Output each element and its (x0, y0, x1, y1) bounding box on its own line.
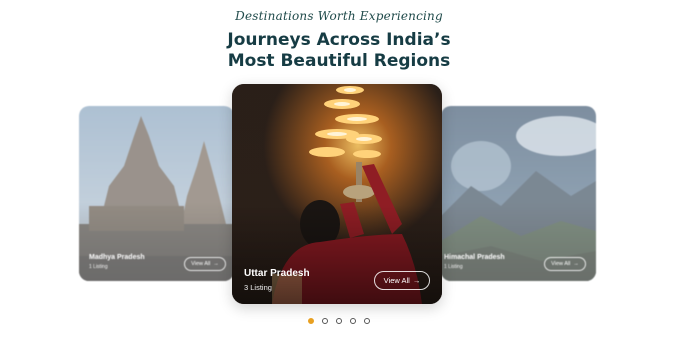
destination-card-uttar-pradesh[interactable]: Uttar Pradesh 3 Listing View All → (232, 84, 442, 304)
view-all-button[interactable]: View All → (184, 257, 226, 271)
card-listing-count: 3 Listing (244, 283, 272, 292)
arrow-right-icon: → (213, 261, 219, 267)
section-eyebrow: Destinations Worth Experiencing (235, 9, 443, 23)
section-heading: Journeys Across India’s Most Beautiful R… (0, 30, 678, 72)
pagination-dot-1[interactable] (308, 318, 314, 324)
view-all-label: View All (191, 261, 211, 267)
card-title: Madhya Pradesh (89, 254, 145, 261)
pagination-dot-2[interactable] (322, 318, 328, 324)
card-listing-count: 1 Listing (444, 264, 463, 270)
view-all-label: View All (383, 276, 410, 285)
heading-line-2: Most Beautiful Regions (227, 51, 451, 71)
card-title: Himachal Pradesh (444, 254, 505, 261)
pagination-dot-5[interactable] (364, 318, 370, 324)
view-all-label: View All (551, 261, 571, 267)
view-all-button[interactable]: View All → (374, 271, 430, 290)
arrow-right-icon: → (412, 276, 421, 285)
destination-card-madhya-pradesh[interactable]: Madhya Pradesh 1 Listing View All → (79, 106, 234, 281)
view-all-button[interactable]: View All → (544, 257, 586, 271)
pagination-dot-3[interactable] (336, 318, 342, 324)
carousel-pagination (0, 318, 678, 324)
card-listing-count: 1 Listing (89, 264, 108, 270)
destination-card-himachal-pradesh[interactable]: Himachal Pradesh 1 Listing View All → (441, 106, 596, 281)
card-title: Uttar Pradesh (244, 268, 310, 279)
pagination-dot-4[interactable] (350, 318, 356, 324)
heading-line-1: Journeys Across India’s (227, 30, 451, 50)
arrow-right-icon: → (573, 261, 579, 267)
